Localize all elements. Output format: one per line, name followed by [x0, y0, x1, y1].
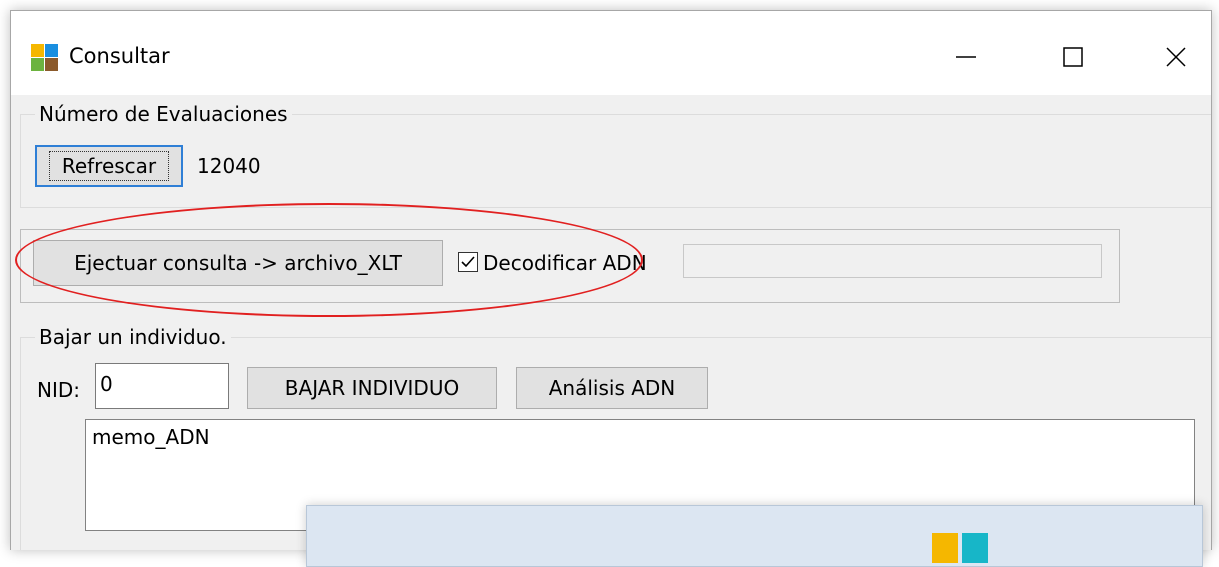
- decode-dna-checkbox[interactable]: [458, 252, 478, 272]
- download-individual-button-label: BAJAR INDIVIDUO: [284, 376, 460, 400]
- nid-label: NID:: [37, 378, 80, 402]
- maximize-icon: [1063, 47, 1083, 67]
- refresh-button-label: Refrescar: [48, 151, 170, 181]
- window-title: Consultar: [69, 44, 170, 68]
- run-query-button-label: Ejectuar consulta -> archivo_XLT: [74, 251, 402, 275]
- download-individual-button[interactable]: BAJAR INDIVIDUO: [247, 367, 497, 409]
- title-bar[interactable]: Consultar: [11, 11, 1211, 95]
- app-logo-icon: [932, 533, 988, 563]
- app-four-color-icon: [31, 44, 58, 71]
- evaluations-count: 12040: [197, 154, 261, 178]
- checkmark-icon: [461, 256, 475, 268]
- minimize-button[interactable]: [931, 29, 1001, 85]
- run-query-button[interactable]: Ejectuar consulta -> archivo_XLT: [33, 240, 443, 286]
- maximize-button[interactable]: [1038, 29, 1108, 85]
- query-status-field: [683, 244, 1102, 278]
- nid-input[interactable]: 0: [95, 363, 229, 409]
- close-button[interactable]: [1141, 29, 1211, 85]
- dna-analysis-button-label: Análisis ADN: [548, 376, 676, 400]
- individual-group-label: Bajar un individuo.: [35, 324, 231, 350]
- evaluations-group-label: Número de Evaluaciones: [35, 101, 292, 127]
- overlapping-window[interactable]: [306, 505, 1203, 567]
- dna-analysis-button[interactable]: Análisis ADN: [516, 367, 708, 409]
- minimize-icon: [956, 56, 976, 58]
- memo-dna-text: memo_ADN: [92, 425, 210, 449]
- consultar-window: Consultar Número de Evaluaciones Refresc…: [10, 10, 1212, 550]
- refresh-button[interactable]: Refrescar: [35, 145, 183, 187]
- decode-dna-label[interactable]: Decodificar ADN: [483, 250, 647, 276]
- close-icon: [1166, 47, 1186, 67]
